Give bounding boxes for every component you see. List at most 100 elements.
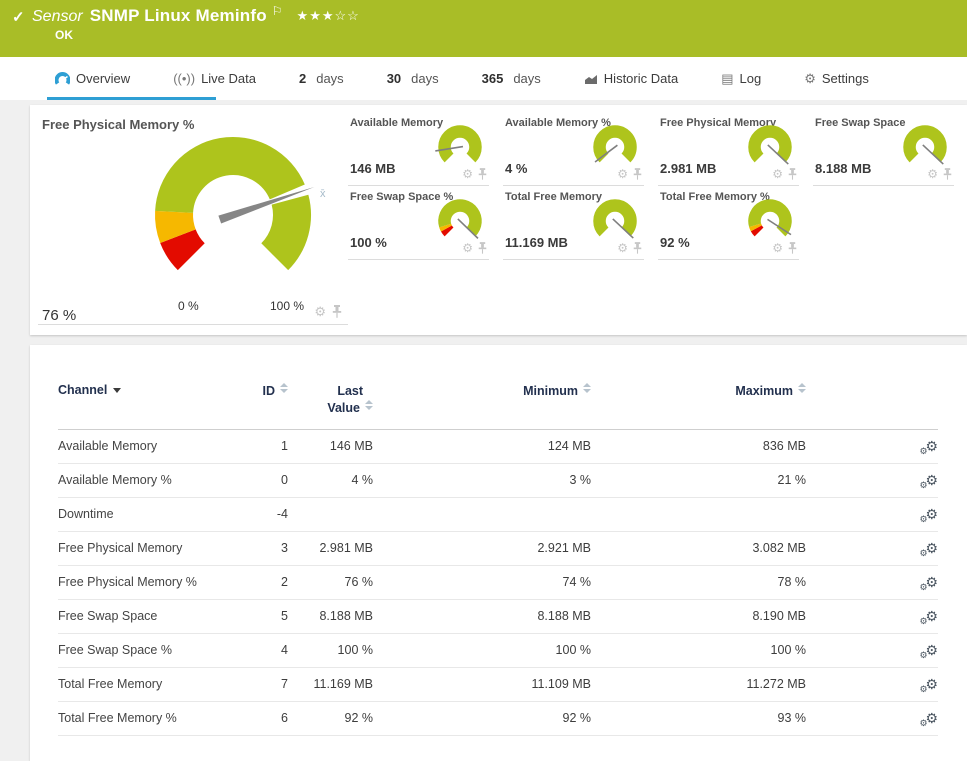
- sort-icon: [365, 399, 373, 410]
- edit-channel-icon[interactable]: ⚙ ⚙: [919, 439, 938, 456]
- column-channel[interactable]: Channel: [58, 379, 228, 430]
- column-maximum[interactable]: Maximum: [591, 379, 806, 430]
- last-value-cell: 100 %: [288, 633, 373, 668]
- edit-cell: ⚙ ⚙: [806, 565, 938, 600]
- sort-descending-icon: [113, 388, 122, 393]
- gauge-scale-min: 0 %: [178, 299, 199, 313]
- tab-overview[interactable]: Overview: [46, 57, 217, 100]
- column-last-value[interactable]: Last Value: [288, 379, 373, 430]
- flag-icon[interactable]: ⚐: [272, 4, 283, 18]
- tab-2-days[interactable]: 2 days: [299, 57, 344, 100]
- gauge: [903, 125, 947, 165]
- gear-icon[interactable]: ⚙: [314, 305, 326, 318]
- channel-row[interactable]: Total Free Memory % 6 92 % 92 % 93 % ⚙ ⚙: [58, 701, 938, 736]
- priority-stars[interactable]: ★★★☆☆: [297, 8, 360, 23]
- last-value-cell: 4 %: [288, 463, 373, 498]
- pin-icon[interactable]: [633, 168, 642, 180]
- edit-channel-icon[interactable]: ⚙ ⚙: [919, 677, 938, 694]
- tab-settings[interactable]: ⚙ Settings: [804, 57, 869, 100]
- tab-settings-label: Settings: [821, 71, 869, 86]
- tab-365-days[interactable]: 365 days: [482, 57, 541, 100]
- gauge: [748, 125, 792, 165]
- gauge-title: Free Swap Space: [815, 117, 906, 129]
- gauge-icon: [55, 71, 70, 86]
- gear-icon[interactable]: ⚙: [772, 168, 783, 180]
- channel-id-cell: 0: [228, 463, 288, 498]
- gauge-cell: Available Memory 146 MB ⚙: [348, 112, 503, 186]
- log-list-icon: ▤: [721, 70, 734, 86]
- gauge-value: 11.169 MB: [505, 235, 568, 250]
- gauge: [438, 199, 482, 239]
- column-edit: [806, 379, 938, 430]
- last-value-cell: 11.169 MB: [288, 667, 373, 702]
- edit-channel-icon[interactable]: ⚙ ⚙: [919, 507, 938, 524]
- gauge: [593, 125, 637, 163]
- tab-historic-data[interactable]: Historic Data: [584, 57, 678, 100]
- mean-marker: x̄: [320, 188, 326, 200]
- gauge-value: 92 %: [660, 235, 690, 250]
- tab-log[interactable]: ▤ Log: [721, 57, 761, 100]
- pin-icon[interactable]: [633, 242, 642, 254]
- pin-icon[interactable]: [788, 168, 797, 180]
- pin-icon[interactable]: [332, 305, 342, 318]
- minimum-cell: 2.921 MB: [373, 531, 591, 566]
- gear-icon[interactable]: ⚙: [772, 242, 783, 254]
- gear-icon[interactable]: ⚙: [617, 242, 628, 254]
- minimum-cell: 74 %: [373, 565, 591, 600]
- channel-row[interactable]: Total Free Memory 7 11.169 MB 11.109 MB …: [58, 667, 938, 702]
- gear-icon[interactable]: ⚙: [617, 168, 628, 180]
- pin-icon[interactable]: [478, 168, 487, 180]
- minimum-cell: 92 %: [373, 701, 591, 736]
- gear-icon[interactable]: ⚙: [462, 168, 473, 180]
- edit-channel-icon[interactable]: ⚙ ⚙: [919, 711, 938, 728]
- sort-icon: [583, 383, 591, 393]
- channel-row[interactable]: Free Swap Space % 4 100 % 100 % 100 % ⚙ ⚙: [58, 633, 938, 668]
- last-value-cell: 92 %: [288, 701, 373, 736]
- channel-row[interactable]: Free Physical Memory % 2 76 % 74 % 78 % …: [58, 565, 938, 600]
- main-gauge: x̄: [155, 137, 326, 271]
- channel-row[interactable]: Free Swap Space 5 8.188 MB 8.188 MB 8.19…: [58, 599, 938, 634]
- channel-name-cell: Downtime: [58, 497, 228, 532]
- pin-icon[interactable]: [943, 168, 952, 180]
- maximum-cell: 93 %: [591, 701, 806, 736]
- channel-row[interactable]: Downtime -4 ⚙ ⚙: [58, 497, 938, 532]
- minimum-cell: 124 MB: [373, 429, 591, 464]
- tab-live-data[interactable]: ((•)) Live Data: [173, 57, 256, 100]
- minimum-cell: 3 %: [373, 463, 591, 498]
- pin-icon[interactable]: [478, 242, 487, 254]
- gauge-cell: Free Physical Memory 2.981 MB ⚙: [658, 112, 813, 186]
- channel-id-cell: 1: [228, 429, 288, 464]
- channel-row[interactable]: Available Memory 1 146 MB 124 MB 836 MB …: [58, 429, 938, 464]
- main-gauge-value: 76 %: [42, 307, 77, 324]
- channel-id-cell: 7: [228, 667, 288, 702]
- column-id[interactable]: ID: [228, 379, 288, 430]
- channel-id-cell: 2: [228, 565, 288, 600]
- edit-cell: ⚙ ⚙: [806, 429, 938, 464]
- edit-channel-icon[interactable]: ⚙ ⚙: [919, 643, 938, 660]
- channel-row[interactable]: Available Memory % 0 4 % 3 % 21 % ⚙ ⚙: [58, 463, 938, 498]
- chart-icon: [584, 73, 598, 85]
- channel-name-cell: Total Free Memory: [58, 667, 228, 702]
- column-minimum[interactable]: Minimum: [373, 379, 591, 430]
- channel-id-cell: 4: [228, 633, 288, 668]
- last-value-cell: 76 %: [288, 565, 373, 600]
- prtg-sensor-page: ✓ Sensor SNMP Linux Meminfo ⚐ ★★★☆☆ OK Over…: [0, 0, 967, 761]
- gear-icon[interactable]: ⚙: [927, 168, 938, 180]
- edit-channel-icon[interactable]: ⚙ ⚙: [919, 575, 938, 592]
- gauge-cell: Free Swap Space % 100 % ⚙: [348, 186, 503, 260]
- tab-30-days[interactable]: 30 days: [387, 57, 439, 100]
- sort-icon: [280, 383, 288, 393]
- sensor-header: ✓ Sensor SNMP Linux Meminfo ⚐ ★★★☆☆ OK: [0, 0, 967, 57]
- maximum-cell: 8.190 MB: [591, 599, 806, 634]
- edit-channel-icon[interactable]: ⚙ ⚙: [919, 609, 938, 626]
- edit-channel-icon[interactable]: ⚙ ⚙: [919, 473, 938, 490]
- tab-bar: Overview ((•)) Live Data 2 days 30 days …: [0, 57, 967, 100]
- edit-cell: ⚙ ⚙: [806, 633, 938, 668]
- edit-channel-icon[interactable]: ⚙ ⚙: [919, 541, 938, 558]
- gauge-cell: Free Swap Space 8.188 MB ⚙: [813, 112, 967, 186]
- gauge-value: 4 %: [505, 161, 528, 176]
- pin-icon[interactable]: [788, 242, 797, 254]
- channel-id-cell: -4: [228, 497, 288, 532]
- gear-icon[interactable]: ⚙: [462, 242, 473, 254]
- channel-row[interactable]: Free Physical Memory 3 2.981 MB 2.921 MB…: [58, 531, 938, 566]
